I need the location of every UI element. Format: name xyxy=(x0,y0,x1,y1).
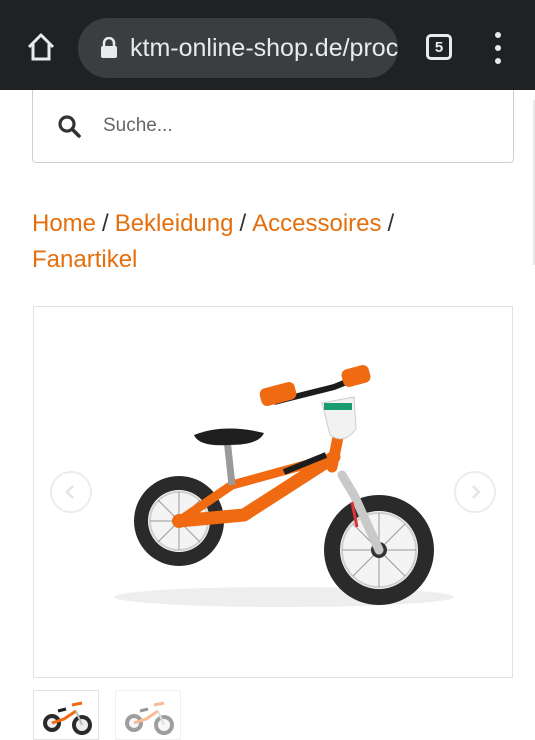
search-input[interactable] xyxy=(103,115,463,137)
product-image-gallery[interactable] xyxy=(33,306,513,678)
breadcrumb-separator: / xyxy=(102,210,109,237)
search-box xyxy=(32,90,514,163)
breadcrumb-accessoires[interactable]: Accessoires xyxy=(252,210,381,237)
gallery-prev-button[interactable] xyxy=(50,471,92,513)
thumbnail-1[interactable] xyxy=(33,690,99,740)
lock-icon xyxy=(101,37,117,58)
chevron-right-icon xyxy=(472,485,481,499)
breadcrumb: Home / Bekleidung / Accessoires / Fanartikel xyxy=(32,206,502,278)
home-icon[interactable] xyxy=(26,32,56,62)
breadcrumb-home[interactable]: Home xyxy=(32,210,96,237)
gallery-next-button[interactable] xyxy=(454,471,496,513)
browser-toolbar: ktm-online-shop.de/proc 5 xyxy=(0,0,535,90)
tab-switcher-button[interactable]: 5 xyxy=(426,34,452,60)
breadcrumb-separator: / xyxy=(239,210,247,237)
search-icon[interactable] xyxy=(57,114,81,138)
thumbnail-2[interactable] xyxy=(115,690,181,740)
overflow-menu-icon[interactable] xyxy=(488,32,508,64)
thumbnail-strip xyxy=(33,690,181,740)
chevron-left-icon xyxy=(65,485,74,499)
breadcrumb-fanartikel[interactable]: Fanartikel xyxy=(32,246,137,273)
breadcrumb-bekleidung[interactable]: Bekleidung xyxy=(115,210,234,237)
product-image xyxy=(114,365,454,607)
balance-bike-thumbnail xyxy=(125,701,174,735)
balance-bike-thumbnail xyxy=(43,701,92,735)
breadcrumb-separator: / xyxy=(387,210,395,237)
url-text: ktm-online-shop.de/proc xyxy=(130,33,398,62)
address-bar[interactable]: ktm-online-shop.de/proc xyxy=(78,18,398,78)
